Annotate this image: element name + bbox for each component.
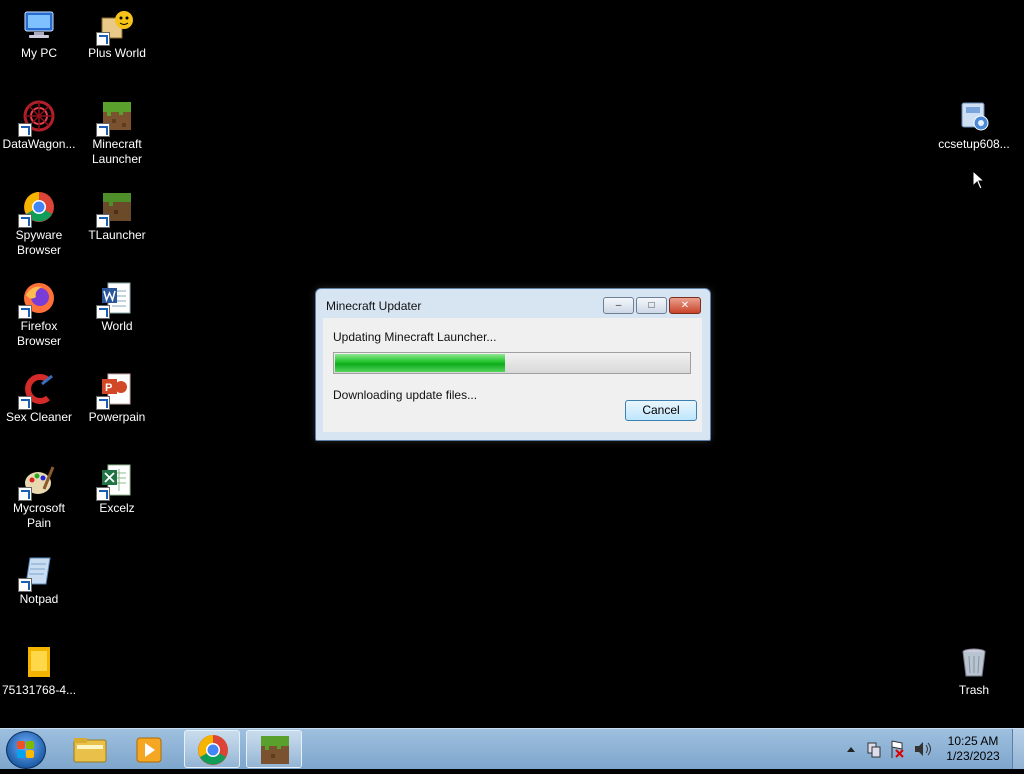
folder-icon: [73, 738, 107, 763]
shortcut-arrow-icon: [96, 487, 110, 501]
computer-icon: [22, 8, 56, 42]
ccleaner-icon: [18, 372, 56, 410]
desktop-icon-label: Trash: [958, 683, 990, 697]
dialog-titlebar[interactable]: Minecraft Updater – □ ✕: [316, 289, 710, 319]
shortcut-arrow-icon: [96, 32, 110, 46]
desktop-icon-label: Notpad: [19, 592, 59, 606]
desktop-icon-plus-world[interactable]: Plus World: [78, 2, 156, 61]
progress-bar: [333, 352, 691, 374]
close-button[interactable]: ✕: [669, 297, 701, 314]
plus-world-icon: [96, 8, 134, 46]
desktop-icon-label: Mycrosoft Pain: [12, 501, 65, 530]
detail-text: Downloading update files...: [333, 388, 478, 402]
desktop-icon-label: Sex Cleaner: [5, 410, 73, 424]
desktop-icon-firefox[interactable]: Firefox Browser: [0, 275, 78, 349]
shortcut-arrow-icon: [18, 214, 32, 228]
shortcut-arrow-icon: [96, 305, 110, 319]
windows-logo-icon: [17, 741, 35, 759]
shortcut-arrow-icon: [96, 123, 110, 137]
desktop-icon-world[interactable]: World: [78, 275, 156, 334]
desktop-icon-sex-cleaner[interactable]: Sex Cleaner: [0, 366, 78, 425]
powerpoint-icon: P: [96, 372, 134, 410]
desktop-icon-ccsetup[interactable]: ccsetup608...: [935, 93, 1013, 152]
desktop-icon-tlauncher[interactable]: TLauncher: [78, 184, 156, 243]
shortcut-arrow-icon: [18, 396, 32, 410]
show-hidden-icons-icon[interactable]: [847, 747, 855, 752]
shortcut-arrow-icon: [18, 487, 32, 501]
recycle-bin-icon: [957, 645, 991, 679]
desktop-icon-label: Plus World: [88, 46, 146, 60]
chrome-icon: [18, 190, 56, 228]
desktop-icon-label: Excelz: [99, 501, 135, 515]
desktop-icon-label: Minecraft Launcher: [91, 137, 143, 166]
minecraft-icon: [96, 99, 134, 137]
desktop-icon-label: ccsetup608...: [938, 137, 1010, 151]
taskbar: 10:25 AM 1/23/2023: [0, 728, 1024, 769]
start-button[interactable]: [6, 731, 46, 769]
firefox-icon: [18, 281, 56, 319]
minimize-button[interactable]: –: [603, 297, 634, 314]
shortcut-arrow-icon: [18, 123, 32, 137]
desktop-icon-label: Firefox Browser: [16, 319, 61, 348]
media-player-icon: [136, 737, 162, 763]
desktop-icon-powerpain[interactable]: P Powerpain: [78, 366, 156, 425]
minimize-icon: –: [615, 300, 622, 311]
shortcut-arrow-icon: [96, 396, 110, 410]
word-document-icon: [96, 281, 134, 319]
desktop-icon-label: World: [101, 319, 133, 333]
cancel-button[interactable]: Cancel: [625, 400, 697, 421]
volume-icon[interactable]: [915, 742, 931, 756]
taskbar-chrome[interactable]: [184, 730, 240, 768]
updater-dialog: Minecraft Updater – □ ✕ Updating Minecra…: [315, 288, 711, 441]
desktop-icon-label: Powerpain: [88, 410, 146, 424]
mouse-cursor-icon: [972, 169, 986, 195]
progress-bar-fill: [335, 354, 505, 372]
clock-date: 1/23/2023: [946, 749, 1000, 763]
clock-time: 10:25 AM: [947, 734, 999, 748]
action-center-icon[interactable]: [891, 740, 904, 758]
desktop-icon-notpad[interactable]: Notpad: [0, 548, 78, 607]
image-file-icon: [22, 645, 56, 679]
minecraft-block-icon: [96, 190, 134, 228]
system-tray: [842, 729, 942, 769]
chrome-icon: [198, 735, 228, 765]
clock[interactable]: 10:25 AM 1/23/2023: [940, 734, 1006, 764]
desktop-icon-label: 75131768-4...: [1, 683, 77, 697]
minecraft-icon: [261, 736, 289, 764]
taskbar-file-explorer[interactable]: [62, 730, 118, 768]
desktop-icon-excelz[interactable]: Excelz: [78, 457, 156, 516]
dialog-body: Updating Minecraft Launcher... Downloadi…: [323, 318, 702, 432]
status-text: Updating Minecraft Launcher...: [333, 330, 497, 344]
dialog-title: Minecraft Updater: [326, 299, 422, 313]
desktop-icon-file-75131768[interactable]: 75131768-4...: [0, 639, 78, 698]
desktop-icon-trash[interactable]: Trash: [935, 639, 1013, 698]
shortcut-arrow-icon: [18, 305, 32, 319]
network-icon[interactable]: [867, 742, 881, 758]
paint-icon: [18, 463, 56, 501]
svg-text:P: P: [105, 382, 112, 394]
desktop-icon-my-pc[interactable]: My PC: [0, 2, 78, 61]
desktop-icon-label: My PC: [21, 46, 57, 60]
excel-icon: [96, 463, 134, 501]
desktop-icon-datawagon[interactable]: DataWagon...: [0, 93, 78, 152]
maximize-icon: □: [648, 300, 655, 311]
desktop-icon-label: DataWagon...: [2, 137, 76, 151]
close-icon: ✕: [680, 300, 690, 311]
taskbar-media-player[interactable]: [122, 730, 178, 768]
installer-icon: [957, 99, 991, 133]
desktop-icon-mycrosoft-pain[interactable]: Mycrosoft Pain: [0, 457, 78, 531]
shortcut-arrow-icon: [18, 578, 32, 592]
show-desktop-button[interactable]: [1012, 729, 1024, 769]
shortcut-arrow-icon: [96, 214, 110, 228]
notepad-icon: [18, 554, 56, 592]
desktop-icon-minecraft-launcher[interactable]: Minecraft Launcher: [78, 93, 156, 167]
maximize-button[interactable]: □: [636, 297, 667, 314]
taskbar-minecraft[interactable]: [246, 730, 302, 768]
desktop-icon-label: TLauncher: [88, 228, 146, 242]
desktop-icon-spyware-browser[interactable]: Spyware Browser: [0, 184, 78, 258]
datawagon-icon: [18, 99, 56, 137]
desktop-icon-label: Spyware Browser: [15, 228, 63, 257]
